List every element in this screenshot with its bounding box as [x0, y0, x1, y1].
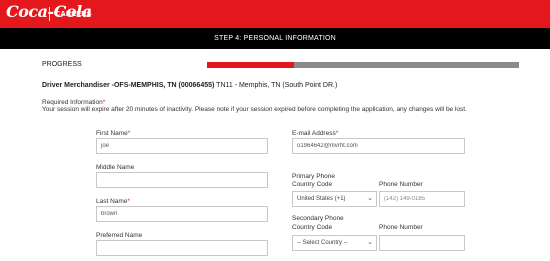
email-input[interactable]	[292, 138, 465, 154]
preferred-name-label: Preferred Name	[96, 232, 143, 239]
last-name-required-mark: *	[127, 198, 130, 205]
step-banner: STEP 4: PERSONAL INFORMATION	[0, 28, 550, 49]
secondary-phone-input[interactable]	[379, 235, 465, 251]
chevron-down-icon: ⌄	[367, 195, 373, 202]
last-name-label: Last Name*	[96, 198, 130, 205]
primary-country-value: United States (+1)	[297, 196, 346, 202]
last-name-input[interactable]	[96, 206, 268, 222]
first-name-required-mark: *	[127, 130, 131, 137]
secondary-country-select[interactable]: -- Select Country -- ⌄	[292, 235, 377, 251]
header-divider	[49, 7, 50, 21]
secondary-country-code-label: Country Code	[292, 224, 333, 231]
primary-country-code-label: Country Code	[292, 181, 333, 188]
required-info-label: Required Information*	[42, 99, 105, 106]
email-label: E-mail Address*	[292, 130, 338, 137]
primary-phone-number-label: Phone Number	[379, 181, 423, 188]
progress-label: PROGRESS	[42, 61, 82, 68]
job-location: TN11 - Memphis, TN (South Point DR.)	[214, 82, 338, 89]
first-name-input[interactable]	[96, 138, 268, 154]
last-name-label-text: Last Name	[96, 198, 128, 205]
secondary-country-value: -- Select Country --	[297, 240, 348, 246]
secondary-phone-label: Secondary Phone	[292, 215, 344, 222]
chevron-down-icon: ⌄	[367, 239, 373, 246]
preferred-name-input[interactable]	[96, 240, 268, 256]
first-name-label: First Name*	[96, 130, 130, 137]
job-title-line: Driver Merchandiser -OFS-MEMPHIS, TN (00…	[42, 82, 337, 89]
primary-phone-input[interactable]	[379, 191, 465, 207]
primary-country-select[interactable]: United States (+1) ⌄	[292, 191, 377, 207]
middle-name-label: Middle Name	[96, 164, 135, 171]
job-title: Driver Merchandiser -OFS-MEMPHIS, TN (00…	[42, 82, 215, 89]
careers-label: CAREERS	[55, 9, 92, 18]
first-name-label-text: First Name	[96, 130, 128, 137]
email-required-mark: *	[335, 130, 339, 137]
secondary-phone-number-label: Phone Number	[379, 224, 423, 231]
required-info-text: Required Information	[42, 99, 103, 106]
top-header-bar: Coca-Cola CAREERS	[0, 0, 550, 28]
primary-phone-label: Primary Phone	[292, 173, 335, 180]
progress-bar	[207, 62, 519, 68]
session-timeout-message: Your session will expire after 20 minute…	[42, 106, 467, 113]
progress-bar-fill	[207, 62, 295, 68]
email-label-text: E-mail Address	[292, 130, 336, 137]
middle-name-input[interactable]	[96, 172, 268, 188]
required-mark: *	[102, 99, 106, 106]
